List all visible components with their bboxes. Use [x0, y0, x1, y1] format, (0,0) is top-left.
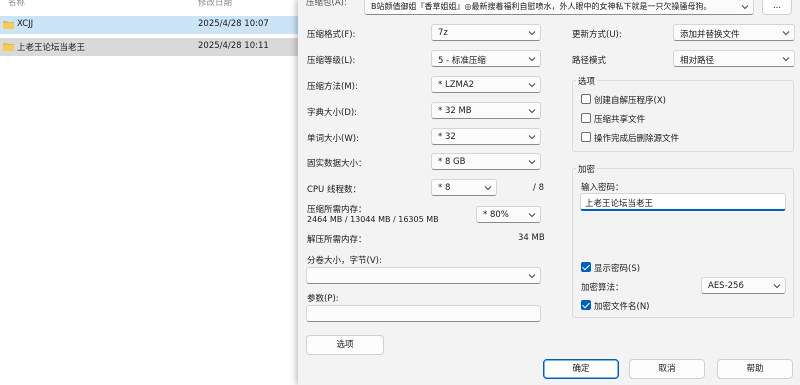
ok-button[interactable]: 确定 [543, 359, 619, 379]
path-value: 相对路径 [680, 56, 715, 66]
enc-method-label: 加密算法： [581, 283, 624, 293]
format-value: 7z [438, 28, 448, 38]
split-combo[interactable] [306, 267, 541, 284]
chevron-down-icon [528, 160, 536, 165]
decomp-value: 34 MB [518, 233, 545, 243]
column-header: 名称 修改日期 [0, 0, 298, 10]
split-label: 分卷大小，字节(V): [307, 256, 382, 266]
add-to-archive-dialog: 压缩包(A): B站颜值御姐『香草姐姐』◎最新搜着福利自慰喷水，外人眼中的女神私… [298, 0, 800, 385]
dict-label: 字典大小(D): [307, 108, 358, 118]
file-date: 2025/4/28 10:11 [198, 41, 269, 51]
password-value: 上老王论坛当老王 [585, 199, 654, 209]
encrypt-names-checkbox[interactable] [581, 300, 591, 310]
threads-value: * 8 [438, 183, 451, 193]
word-select[interactable]: * 32 [431, 128, 541, 145]
solid-select[interactable]: * 8 GB [431, 153, 541, 170]
dict-select[interactable]: * 32 MB [431, 102, 541, 119]
file-row[interactable]: XCJJ 2025/4/28 10:07 [0, 16, 298, 34]
path-label: 路径模式 [572, 56, 607, 66]
archive-label: 压缩包(A): [306, 0, 347, 8]
column-modified[interactable]: 修改日期 [198, 0, 232, 8]
mem-select[interactable]: * 80% [476, 206, 541, 223]
mem-detail: 2464 MB / 13044 MB / 16305 MB [307, 215, 439, 224]
enc-method-value: AES-256 [708, 281, 744, 291]
file-explorer: 名称 修改日期 XCJJ 2025/4/28 10:07 上老王论坛当老王 20… [0, 0, 298, 385]
file-name: 上老王论坛当老王 [17, 43, 86, 53]
file-name: XCJJ [17, 19, 34, 29]
archive-name-value: B站颜值御姐『香草姐姐』◎最新搜着福利自慰喷水，外人眼中的女神私下就是一只欠操骚… [371, 2, 712, 11]
method-select[interactable]: * LZMA2 [431, 76, 541, 93]
chevron-down-icon [528, 274, 536, 279]
level-select[interactable]: 5 - 标准压缩 [431, 50, 541, 67]
chevron-down-icon [773, 284, 781, 289]
solid-value: * 8 GB [438, 157, 466, 167]
format-select[interactable]: 7z [431, 24, 541, 41]
browse-button[interactable]: ... [762, 0, 792, 15]
file-date: 2025/4/28 10:07 [198, 19, 269, 29]
params-label: 参数(P): [307, 294, 339, 304]
method-value: * LZMA2 [438, 80, 475, 90]
help-button[interactable]: 帮助 [717, 359, 793, 379]
chevron-down-icon [741, 5, 749, 10]
archive-name-combo[interactable]: B站颜值御姐『香草姐姐』◎最新搜着福利自慰喷水，外人眼中的女神私下就是一只欠操骚… [364, 0, 754, 15]
password-label: 输入密码： [581, 183, 624, 193]
format-label: 压缩格式(F): [307, 30, 356, 40]
sfx-checkbox[interactable] [581, 94, 591, 104]
password-input[interactable]: 上老王论坛当老王 [580, 193, 786, 211]
chevron-down-icon [528, 135, 536, 140]
word-label: 单词大小(W): [307, 134, 359, 144]
level-value: 5 - 标准压缩 [438, 56, 486, 66]
mem-value: * 80% [483, 210, 509, 220]
options-group-title: 选项 [576, 75, 598, 87]
chevron-down-icon [528, 31, 536, 36]
chevron-down-icon [528, 109, 536, 114]
chevron-down-icon [484, 186, 492, 191]
shared-checkbox[interactable] [581, 113, 591, 123]
params-input[interactable] [306, 305, 541, 322]
options-button[interactable]: 选项 [306, 335, 384, 355]
enc-method-select[interactable]: AES-256 [701, 277, 786, 294]
delete-label: 操作完成后删除源文件 [594, 134, 680, 144]
update-select[interactable]: 添加并替换文件 [673, 24, 795, 41]
decomp-label: 解压所需内存： [307, 235, 367, 245]
chevron-down-icon [528, 83, 536, 88]
method-label: 压缩方法(M): [307, 82, 358, 92]
shared-label: 压缩共享文件 [594, 115, 646, 125]
delete-checkbox[interactable] [581, 132, 591, 142]
column-name[interactable]: 名称 [8, 0, 25, 8]
folder-icon [3, 21, 14, 29]
chevron-down-icon [782, 31, 790, 36]
sfx-label: 创建自解压程序(X) [594, 96, 666, 106]
update-value: 添加并替换文件 [680, 30, 740, 40]
dict-value: * 32 MB [438, 106, 472, 116]
chevron-down-icon [528, 213, 536, 218]
level-label: 压缩等级(L): [307, 56, 356, 66]
threads-label: CPU 线程数： [307, 185, 361, 195]
show-password-label: 显示密码(S) [594, 264, 641, 274]
file-row[interactable]: 上老王论坛当老王 2025/4/28 10:11 [0, 38, 298, 56]
word-value: * 32 [438, 132, 456, 142]
encryption-group-title: 加密 [576, 163, 598, 175]
folder-icon [3, 43, 14, 51]
show-password-checkbox[interactable] [581, 262, 591, 272]
update-label: 更新方式(U): [572, 30, 622, 40]
threads-max: / 8 [533, 183, 544, 193]
mem-label: 压缩所需内存： [307, 205, 367, 215]
cancel-button[interactable]: 取消 [629, 359, 705, 379]
threads-select[interactable]: * 8 [431, 179, 497, 196]
encrypt-names-label: 加密文件名(N) [594, 302, 650, 312]
chevron-down-icon [528, 57, 536, 62]
chevron-down-icon [782, 57, 790, 62]
path-select[interactable]: 相对路径 [673, 50, 795, 67]
solid-label: 固实数据大小： [307, 159, 367, 169]
